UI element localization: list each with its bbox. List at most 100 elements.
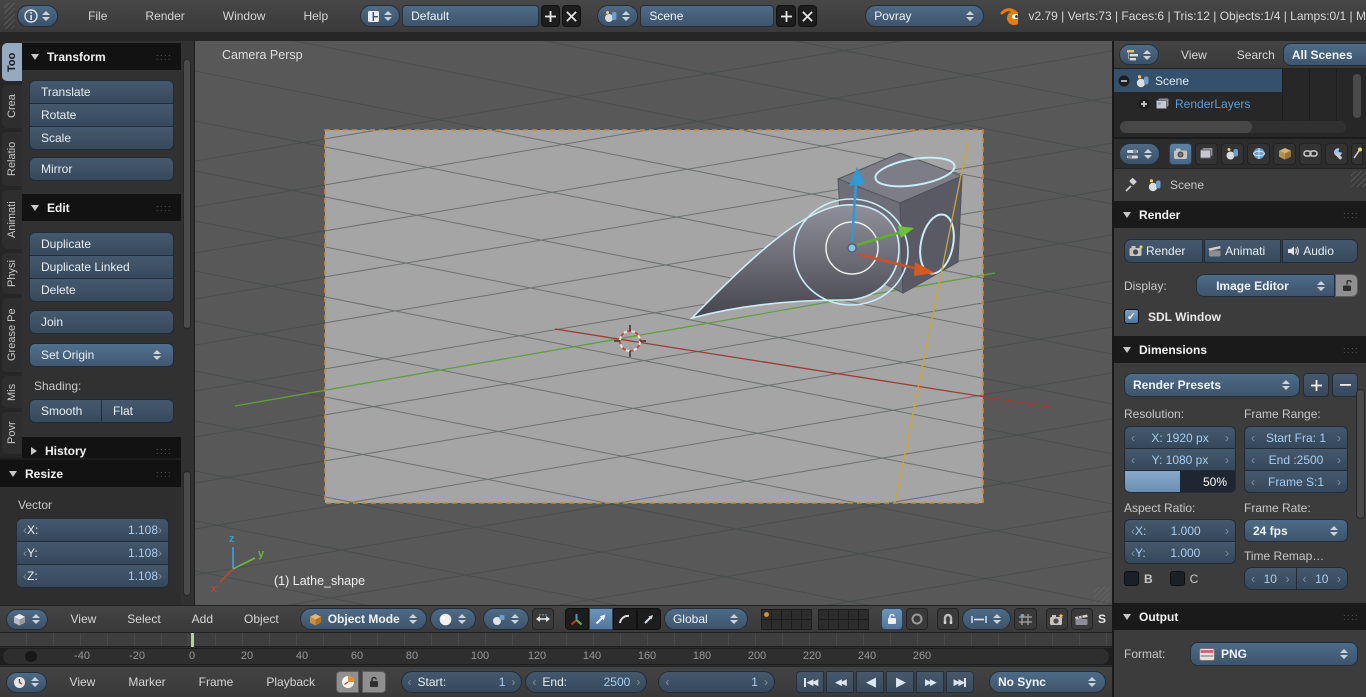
shelf-tab-misc[interactable]: Mis [2, 376, 22, 408]
menu-window[interactable]: Window [219, 9, 270, 23]
snap-target-button[interactable] [1014, 608, 1036, 630]
tool-shelf-scrollbar[interactable] [183, 59, 191, 329]
jump-next-keyframe-button[interactable]: ▶▶ [916, 671, 944, 693]
resolution-percentage-slider[interactable]: 50% [1124, 470, 1236, 493]
aspect-y-field[interactable]: ‹Y:1.000› [1124, 541, 1236, 564]
remove-preset-button[interactable] [1332, 373, 1358, 397]
panel-drag-dots[interactable]: :::: [1343, 210, 1359, 220]
shelf-tab-grease-pencil[interactable]: Grease Pe [2, 298, 22, 372]
shelf-tab-relations[interactable]: Relatio [2, 132, 22, 186]
transform-orientation-dropdown[interactable]: Global [664, 608, 748, 630]
manipulator-rotate-button[interactable] [613, 608, 637, 630]
scene-breadcrumb-icon[interactable] [1147, 178, 1162, 192]
proportional-edit-toggle[interactable] [906, 608, 928, 630]
tab-modifiers[interactable] [1325, 143, 1348, 165]
render-opengl-button[interactable] [1046, 608, 1068, 630]
interaction-mode-dropdown[interactable]: Object Mode [300, 608, 427, 630]
timeline-scroller[interactable] [3, 649, 1109, 664]
snap-toggle[interactable] [937, 608, 959, 630]
delete-button[interactable]: Delete [29, 278, 174, 302]
menu-view[interactable]: View [67, 612, 101, 626]
editor-type-selector-outliner[interactable] [1119, 44, 1159, 65]
frame-end-prop-field[interactable]: ‹End :2500› [1244, 448, 1348, 471]
editor-type-selector-3dview[interactable] [6, 609, 48, 630]
play-reverse-button[interactable]: ◀ [856, 671, 884, 693]
border-checkbox[interactable] [1124, 571, 1139, 586]
dimensions-panel-header[interactable]: Dimensions:::: [1114, 336, 1366, 363]
render-audio-button[interactable]: Audio [1282, 239, 1358, 263]
shelf-tab-povray[interactable]: Povr [2, 412, 22, 454]
transform-panel-header[interactable]: Transform:::: [22, 43, 181, 70]
shelf-tab-physics[interactable]: Physi [2, 253, 22, 294]
properties-vscrollbar[interactable] [1356, 389, 1365, 519]
outliner-row-renderlayers[interactable]: RenderLayers [1114, 92, 1282, 115]
render-opengl-animation-button[interactable] [1071, 608, 1093, 630]
manipulator-translate-button[interactable] [589, 608, 613, 630]
timeline-ruler[interactable]: -40 -20 0 20 40 60 80 100 120 140 160 18… [0, 648, 1112, 665]
viewport-resize-grip[interactable] [1094, 587, 1110, 603]
output-panel-header[interactable]: Output:::: [1114, 603, 1366, 630]
crop-checkbox[interactable] [1170, 571, 1185, 586]
sdl-window-checkbox[interactable] [1124, 309, 1139, 324]
manipulator-axes-button[interactable] [565, 608, 589, 630]
editor-type-selector-timeline[interactable] [6, 672, 47, 693]
pivot-point-dropdown[interactable] [483, 608, 529, 630]
properties-resize-grip[interactable] [1351, 171, 1366, 187]
panel-drag-dots[interactable]: :::: [156, 446, 172, 456]
scene-name-field[interactable]: Scene [640, 5, 774, 27]
join-button[interactable]: Join [29, 310, 174, 334]
editor-type-selector-properties[interactable] [1119, 143, 1160, 165]
panel-drag-dots[interactable]: :::: [1343, 345, 1359, 355]
screen-layout-name-field[interactable]: Default [402, 5, 538, 27]
outliner-hscrollbar[interactable] [1120, 121, 1346, 133]
scene-selector-icon-dropdown[interactable] [597, 5, 638, 27]
menu-view-timeline[interactable]: View [66, 675, 100, 689]
layers-grid-left[interactable] [761, 609, 813, 630]
panel-drag-dots[interactable]: :::: [156, 203, 172, 213]
tab-data-partial[interactable] [1351, 143, 1363, 165]
outliner-display-filter-dropdown[interactable]: All Scenes [1283, 43, 1366, 66]
display-lock-button[interactable] [1335, 274, 1358, 297]
viewport-shading-dropdown[interactable] [430, 608, 476, 630]
collapse-minus-icon[interactable] [1118, 75, 1130, 87]
panel-drag-dots[interactable]: :::: [156, 469, 172, 479]
editor-type-selector-info[interactable] [17, 5, 58, 27]
file-format-dropdown[interactable]: PNG [1190, 642, 1358, 666]
lock-time-cursor-toggle[interactable] [362, 671, 385, 693]
menu-select[interactable]: Select [123, 612, 164, 626]
resize-x-field[interactable]: ‹X:1.108› [16, 518, 169, 542]
resize-z-field[interactable]: ‹Z:1.108› [16, 564, 169, 588]
pin-icon[interactable] [1124, 178, 1139, 193]
pivot-align-toggle[interactable] [532, 608, 554, 630]
fps-dropdown[interactable]: 24 fps [1244, 519, 1348, 542]
menu-marker[interactable]: Marker [124, 675, 169, 689]
scale-button[interactable]: Scale [29, 126, 174, 150]
mirror-button[interactable]: Mirror [29, 157, 174, 181]
use-preview-range-toggle[interactable] [336, 671, 359, 693]
tab-render-layers[interactable] [1195, 143, 1218, 165]
add-layout-button[interactable] [541, 5, 560, 27]
tab-world[interactable] [1247, 143, 1270, 165]
screen-layout-icon-dropdown[interactable] [360, 5, 400, 27]
menu-frame[interactable]: Frame [195, 675, 238, 689]
menu-view-outliner[interactable]: View [1177, 48, 1211, 62]
frame-step-field[interactable]: ‹Frame S:1› [1244, 470, 1348, 493]
menu-object[interactable]: Object [240, 612, 283, 626]
lock-to-scene-toggle[interactable] [881, 608, 903, 630]
shade-flat-button[interactable]: Flat [101, 399, 174, 423]
shelf-tab-create[interactable]: Crea [2, 85, 22, 128]
frame-start-field[interactable]: ‹Start:1› [401, 671, 523, 693]
duplicate-button[interactable]: Duplicate [29, 232, 174, 256]
set-origin-dropdown[interactable]: Set Origin [29, 343, 174, 367]
jump-prev-keyframe-button[interactable]: ◀◀ [826, 671, 854, 693]
add-scene-button[interactable] [776, 5, 795, 27]
frame-start-prop-field[interactable]: ‹Start Fra: 1› [1244, 426, 1348, 449]
jump-to-start-button[interactable]: ◀◀ [796, 671, 824, 693]
frame-end-field[interactable]: ‹End:2500› [525, 671, 647, 693]
display-mode-dropdown[interactable]: Image Editor [1196, 274, 1335, 297]
av-sync-dropdown[interactable]: No Sync [989, 671, 1106, 693]
tab-constraints[interactable] [1299, 143, 1322, 165]
tab-scene[interactable] [1221, 143, 1244, 165]
remap-new-field[interactable]: ‹10› [1296, 567, 1349, 590]
outliner-row-scene[interactable]: Scene [1114, 69, 1282, 92]
